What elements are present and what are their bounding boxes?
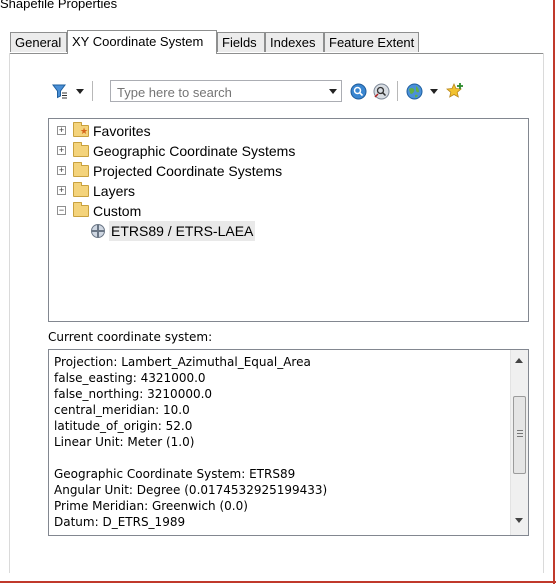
detail-line: central_meridian: 10.0	[54, 403, 190, 417]
toolbar-separator	[92, 81, 93, 101]
detail-line: false_easting: 4321000.0	[54, 371, 206, 385]
current-coordinate-system-label: Current coordinate system:	[48, 330, 213, 344]
window-title: Shapefile Properties	[0, 0, 118, 11]
scroll-up-arrow-icon[interactable]	[515, 358, 523, 363]
filter-icon	[52, 84, 67, 99]
scroll-down-arrow-icon[interactable]	[515, 518, 523, 523]
folder-icon	[73, 162, 89, 177]
tab-general[interactable]: General	[10, 32, 67, 52]
scrollbar-thumb[interactable]	[513, 396, 526, 474]
open-folder-icon	[73, 202, 89, 217]
tree-item-etrs89-etrs-laea[interactable]: ETRS89 / ETRS-LAEA	[91, 221, 271, 241]
folder-icon	[73, 142, 89, 157]
tab-xy-coordinate-system[interactable]: XY Coordinate System	[67, 30, 217, 54]
globe-icon	[406, 83, 423, 100]
detail-line: Geographic Coordinate System: ETRS89	[54, 467, 296, 481]
toolbar-separator-2	[397, 81, 398, 101]
coordinate-system-details[interactable]: Projection: Lambert_Azimuthal_Equal_Area…	[48, 349, 529, 536]
tab-panel-left-border	[9, 53, 10, 573]
tree-item-layers[interactable]: + Layers	[57, 181, 177, 201]
window-border-right	[553, 0, 555, 584]
tree-item-label: Favorites	[93, 123, 151, 139]
detail-line: Prime Meridian: Greenwich (0.0)	[54, 499, 248, 513]
tree-item-projected-coordinate-systems[interactable]: + Projected Coordinate Systems	[57, 161, 307, 181]
star-icon: ★	[80, 126, 89, 136]
tab-feature-extent[interactable]: Feature Extent	[324, 32, 419, 52]
search-input[interactable]	[115, 82, 319, 102]
search-icon[interactable]	[350, 83, 367, 100]
tree-item-label: Geographic Coordinate Systems	[93, 143, 296, 159]
vertical-scrollbar[interactable]	[510, 350, 528, 535]
coordinate-system-tree[interactable]: + ★ Favorites + Geographic Coordinate Sy…	[48, 118, 529, 322]
tree-item-label: ETRS89 / ETRS-LAEA	[109, 221, 256, 241]
search-box[interactable]	[110, 80, 342, 102]
detail-line: false_northing: 3210000.0	[54, 387, 213, 401]
folder-icon	[73, 182, 89, 197]
tree-item-custom[interactable]: − Custom	[57, 201, 177, 221]
tree-item-label: Layers	[93, 183, 136, 199]
grip-line	[517, 430, 523, 431]
expand-plus-icon[interactable]: +	[57, 166, 66, 175]
globe-dropdown-button[interactable]	[404, 80, 442, 102]
detail-line: Datum: D_ETRS_1989	[54, 515, 186, 529]
detail-line: Angular Unit: Degree (0.0174532925199433…	[54, 483, 328, 497]
expand-plus-icon[interactable]: +	[57, 186, 66, 195]
chevron-down-icon	[430, 89, 438, 94]
tree-item-label: Projected Coordinate Systems	[93, 163, 283, 179]
search-dropdown-chevron-icon[interactable]	[329, 89, 337, 94]
tree-item-geographic-coordinate-systems[interactable]: + Geographic Coordinate Systems	[57, 141, 317, 161]
tab-indexes[interactable]: Indexes	[265, 32, 324, 52]
chevron-down-icon	[76, 89, 84, 94]
detail-line: latitude_of_origin: 52.0	[54, 419, 193, 433]
expand-plus-icon[interactable]: +	[57, 126, 66, 135]
add-favorite-icon[interactable]	[446, 82, 464, 100]
detail-line: Linear Unit: Meter (1.0)	[54, 435, 195, 449]
grip-line	[517, 436, 523, 437]
detail-line: Projection: Lambert_Azimuthal_Equal_Area	[54, 355, 311, 369]
collapse-minus-icon[interactable]: −	[57, 206, 66, 215]
grip-line	[517, 433, 523, 434]
clear-search-icon[interactable]	[373, 83, 390, 100]
tab-fields[interactable]: Fields	[217, 32, 265, 52]
tree-item-favorites[interactable]: + ★ Favorites	[57, 121, 277, 141]
window-border-bottom	[0, 581, 556, 583]
tab-panel-right-border	[543, 53, 544, 573]
expand-plus-icon[interactable]: +	[57, 146, 66, 155]
tree-item-label: Custom	[93, 203, 142, 219]
globe-icon	[91, 224, 105, 238]
filter-dropdown-button[interactable]	[50, 80, 88, 102]
